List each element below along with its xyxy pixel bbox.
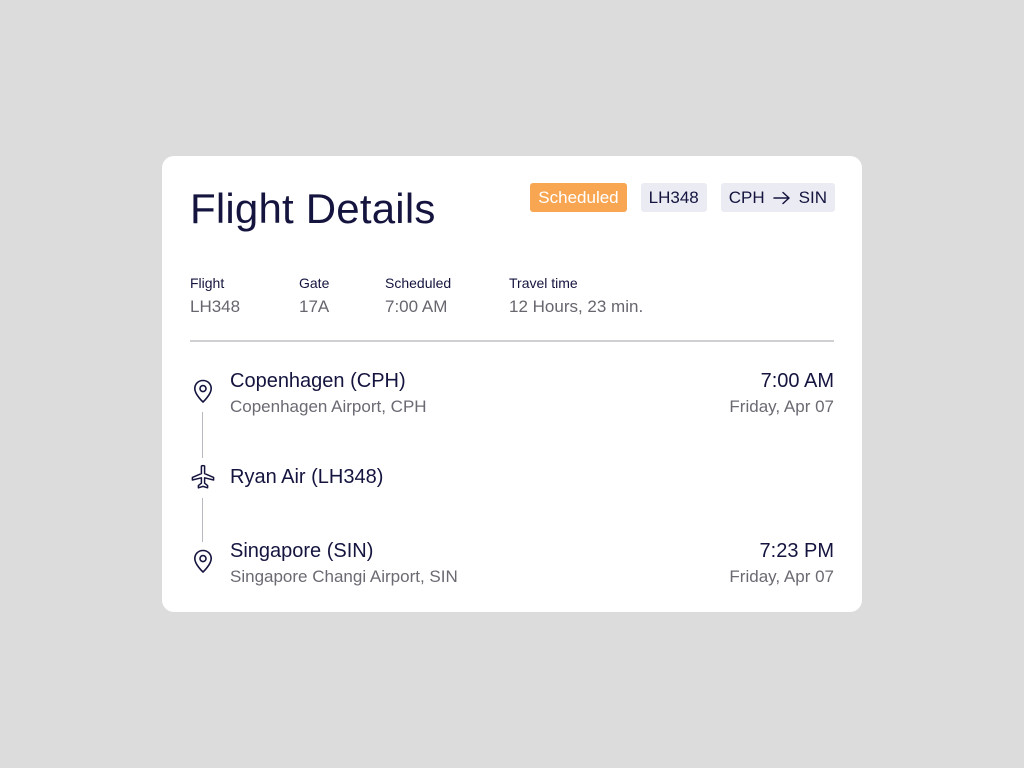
timeline-connector: [202, 498, 203, 542]
carrier-name: Ryan Air (LH348): [230, 466, 384, 488]
departure-date: Friday, Apr 07: [729, 397, 834, 416]
meta-label: Flight: [190, 275, 225, 291]
page-title: Flight Details: [190, 185, 436, 232]
meta-flight: Flight LH348: [190, 274, 240, 318]
meta-gate: Gate 17A: [299, 274, 329, 318]
meta-label: Travel time: [509, 275, 578, 291]
arrow-right-icon: [772, 191, 790, 204]
route-badge: CPH SIN: [720, 183, 835, 212]
meta-value: 17A: [299, 297, 330, 316]
meta-scheduled: Scheduled 7:00 AM: [385, 274, 451, 318]
map-pin-icon: [194, 549, 212, 573]
departure-airport: Copenhagen Airport, CPH: [230, 397, 427, 416]
meta-travel-time: Travel time 12 Hours, 23 min.: [509, 274, 643, 318]
arrival-city: Singapore (SIN): [230, 540, 374, 562]
meta-label: Gate: [299, 275, 330, 291]
meta-value: 7:00 AM: [385, 297, 448, 316]
departure-city: Copenhagen (CPH): [230, 370, 406, 392]
flight-number-badge: LH348: [640, 183, 707, 212]
arrival-time: 7:23 PM: [759, 540, 834, 562]
meta-label: Scheduled: [385, 275, 452, 291]
divider: [190, 340, 834, 342]
timeline-connector: [202, 412, 203, 458]
arrival-date: Friday, Apr 07: [729, 567, 834, 586]
departure-time: 7:00 AM: [760, 370, 834, 392]
route-to-label: SIN: [798, 188, 827, 207]
map-pin-icon: [194, 379, 212, 403]
arrival-airport: Singapore Changi Airport, SIN: [230, 567, 458, 586]
meta-value: LH348: [190, 297, 241, 316]
meta-value: 12 Hours, 23 min.: [509, 297, 644, 316]
status-badge: Scheduled: [530, 183, 627, 212]
badge-group: Scheduled LH348 CPH SIN: [530, 183, 835, 212]
airplane-icon: [191, 464, 215, 489]
route-from-label: CPH: [728, 188, 765, 207]
flight-details-card: Flight Details Scheduled LH348 CPH SIN F…: [162, 156, 862, 612]
